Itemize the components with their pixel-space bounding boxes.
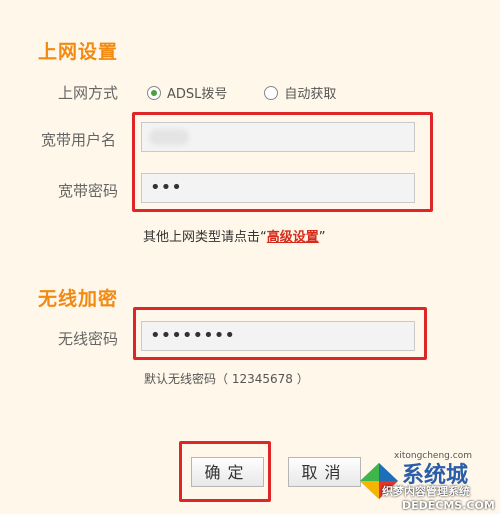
confirm-button[interactable]: 确定 (191, 457, 264, 487)
watermark-domain: xitongcheng.com (394, 451, 472, 461)
blurred-username (149, 129, 189, 145)
adsl-radio-label[interactable]: ADSL拨号 (167, 83, 227, 102)
auto-radio-label[interactable]: 自动获取 (284, 83, 336, 102)
wireless-password-field[interactable]: •••••••• (141, 321, 415, 351)
broadband-username-field[interactable] (141, 122, 415, 152)
broadband-password-field[interactable]: ••• (141, 173, 415, 203)
default-wireless-password-hint: 默认无线密码（ 12345678 ） (144, 372, 309, 386)
internet-settings-title: 上网设置 (38, 41, 119, 63)
advanced-settings-link[interactable]: 高级设置 (267, 230, 319, 245)
adsl-radio[interactable] (147, 85, 161, 100)
watermark-cms-domain: DEDECMS.COM (402, 499, 495, 512)
router-settings-page: 上网设置 上网方式 ADSL拨号 自动获取 宽带用户名 宽带密码 ••• 其他上… (0, 0, 500, 514)
internet-mode-label: 上网方式 (58, 84, 119, 102)
hint-suffix: ” (318, 230, 326, 245)
wireless-encryption-title: 无线加密 (38, 288, 119, 310)
auto-radio[interactable] (264, 85, 279, 100)
broadband-username-label: 宽带用户名 (41, 131, 117, 149)
wireless-password-label: 无线密码 (58, 330, 119, 348)
hint-prefix: 其他上网类型请点击“ (143, 230, 267, 245)
broadband-password-label: 宽带密码 (58, 182, 119, 200)
advanced-settings-hint: 其他上网类型请点击“高级设置” (143, 226, 326, 245)
watermark-cms: 织梦内容管理系统 (382, 485, 470, 498)
watermark: 系统城 xitongcheng.com 织梦内容管理系统 DEDECMS.COM (350, 449, 500, 514)
internet-mode-radio-group: ADSL拨号 自动获取 (147, 83, 336, 102)
